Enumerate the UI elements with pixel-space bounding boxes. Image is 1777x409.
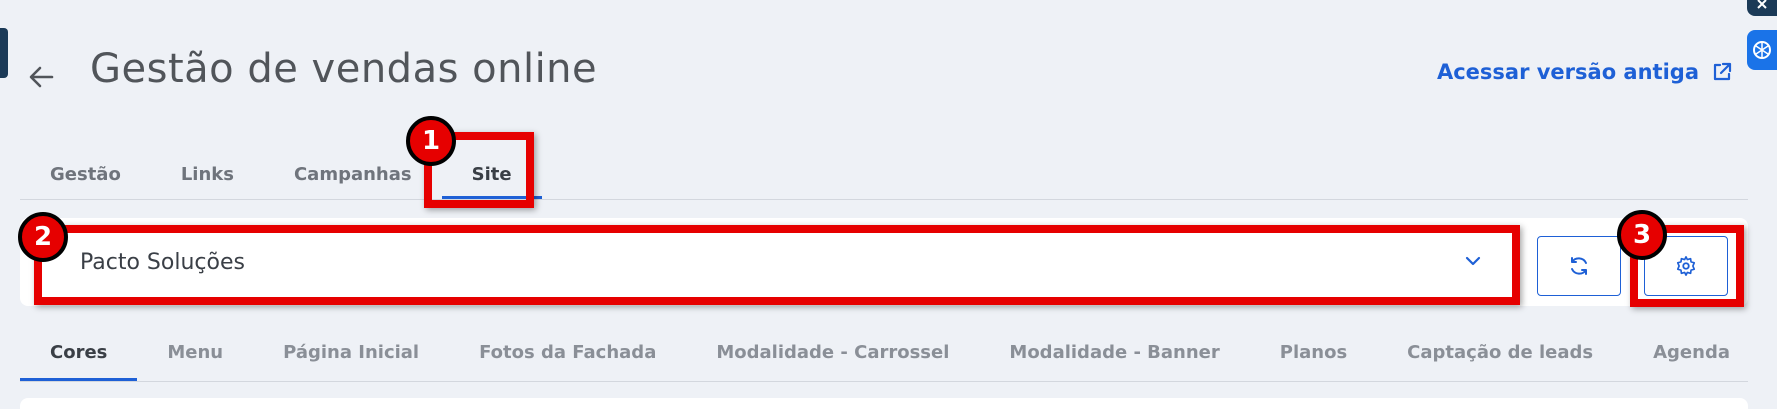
step-badge-2: 2 [18, 212, 68, 262]
sub-tab-captacao-leads[interactable]: Captação de leads [1377, 332, 1623, 381]
sub-tab-agenda[interactable]: Agenda [1623, 332, 1748, 381]
tab-site[interactable]: Site [441, 154, 542, 199]
site-select-value: Pacto Soluções [80, 249, 245, 275]
refresh-button[interactable] [1537, 236, 1621, 296]
step-badge-1: 1 [406, 116, 456, 166]
old-version-link[interactable]: Acessar versão antiga [1437, 60, 1733, 84]
sub-tab-cores[interactable]: Cores [20, 332, 138, 381]
tab-links[interactable]: Links [151, 154, 264, 199]
sub-tab-planos[interactable]: Planos [1250, 332, 1377, 381]
chatgpt-extension-icon[interactable] [1747, 30, 1777, 70]
page-title: Gestão de vendas online [90, 46, 598, 92]
site-select[interactable]: Pacto Soluções [42, 228, 1508, 296]
sub-tab-pagina-inicial[interactable]: Página Inicial [253, 332, 449, 381]
back-arrow-icon[interactable] [26, 62, 56, 92]
content-card [20, 398, 1748, 409]
sub-tab-modalidade-banner[interactable]: Modalidade - Banner [979, 332, 1249, 381]
site-sub-tabs: Cores Menu Página Inicial Fotos da Facha… [20, 332, 1748, 382]
sub-tab-menu[interactable]: Menu [137, 332, 253, 381]
step-badge-3: 3 [1617, 210, 1667, 260]
chevron-down-icon [1465, 256, 1481, 266]
close-extension-icon[interactable] [1747, 0, 1777, 16]
left-edge-tab[interactable] [0, 28, 8, 78]
main-tabs: Gestão Links Campanhas Site [20, 154, 1748, 200]
old-version-label: Acessar versão antiga [1436, 60, 1699, 84]
refresh-icon [1571, 257, 1587, 275]
tab-gestao[interactable]: Gestão [20, 154, 151, 199]
gear-icon [1676, 256, 1696, 276]
sub-tab-fotos-fachada[interactable]: Fotos da Fachada [449, 332, 686, 381]
external-link-icon [1713, 62, 1732, 81]
sub-tab-modalidade-carrossel[interactable]: Modalidade - Carrossel [686, 332, 979, 381]
